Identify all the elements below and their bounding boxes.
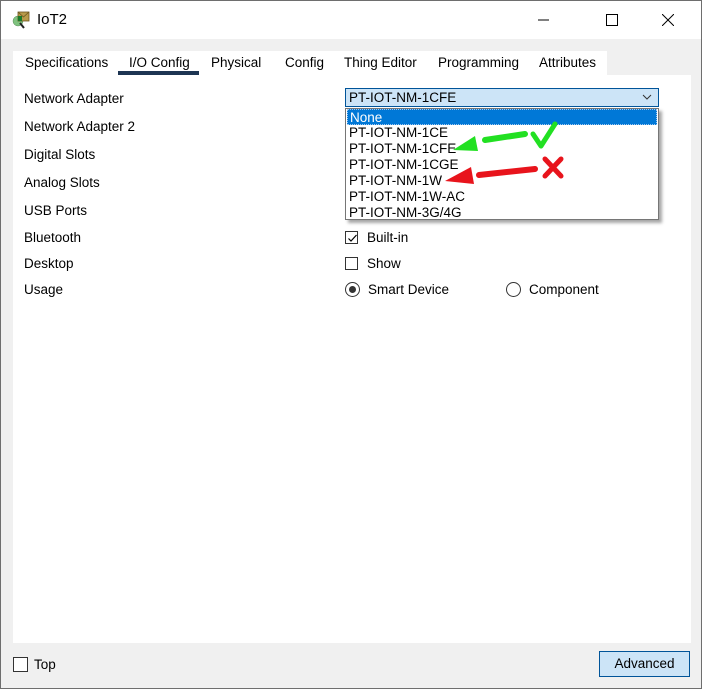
label-analog-slots: Analog Slots [24,175,100,190]
minimize-button[interactable] [521,1,567,39]
advanced-button[interactable]: Advanced [599,651,690,677]
maximize-button[interactable] [589,1,635,39]
label-bluetooth: Bluetooth [24,230,82,245]
tab-programming[interactable]: Programming [438,55,519,70]
top-checkbox[interactable] [13,657,28,672]
tab-physical[interactable]: Physical [211,55,261,70]
device-window: IoT2 Specifications I/O Config Physical … [0,0,702,689]
label-desktop: Desktop [24,256,74,271]
usage-smart-device-label: Smart Device [368,282,450,297]
label-usage: Usage [24,282,64,297]
dropdown-option-1cfe[interactable]: PT-IOT-NM-1CFE [347,141,657,157]
title-bar: IoT2 [1,1,701,39]
maximize-icon [606,14,618,26]
tab-config[interactable]: Config [285,55,324,70]
label-network-adapter-2: Network Adapter 2 [24,119,136,134]
tab-specifications[interactable]: Specifications [25,55,108,70]
tab-thing-editor[interactable]: Thing Editor [344,55,417,70]
packet-tracer-device-icon [11,10,31,30]
bluetooth-builtin-checkbox[interactable] [345,231,358,244]
tab-io-config[interactable]: I/O Config [129,55,190,70]
dropdown-option-1ce[interactable]: PT-IOT-NM-1CE [347,125,657,141]
desktop-show-checkbox[interactable] [345,257,358,270]
close-button[interactable] [645,1,691,39]
label-usb-ports: USB Ports [24,203,88,218]
dropdown-option-1cge[interactable]: PT-IOT-NM-1CGE [347,157,657,173]
window-title: IoT2 [37,11,68,28]
radio-selected-dot [349,286,356,293]
usage-smart-device-radio[interactable] [345,282,360,297]
label-network-adapter: Network Adapter [24,91,124,106]
tab-bar: Specifications I/O Config Physical Confi… [13,51,607,75]
minimize-icon [538,19,549,21]
desktop-show-label: Show [367,256,401,271]
top-checkbox-label: Top [34,657,56,672]
dropdown-option-1w[interactable]: PT-IOT-NM-1W [347,173,657,189]
checkmark-icon [348,234,357,242]
dropdown-option-3g-4g[interactable]: PT-IOT-NM-3G/4G [347,205,657,221]
bluetooth-builtin-label: Built-in [367,230,409,245]
network-adapter-selected-value: PT-IOT-NM-1CFE [349,90,457,105]
close-icon [662,14,674,26]
chevron-down-icon [642,94,652,100]
label-digital-slots: Digital Slots [24,147,96,162]
tab-attributes[interactable]: Attributes [539,55,596,70]
dropdown-option-none[interactable]: None [347,109,657,125]
network-adapter-dropdown-list: None PT-IOT-NM-1CE PT-IOT-NM-1CFE PT-IOT… [345,108,659,220]
network-adapter-select[interactable]: PT-IOT-NM-1CFE [345,88,659,107]
usage-component-radio[interactable] [506,282,521,297]
dropdown-option-1w-ac[interactable]: PT-IOT-NM-1W-AC [347,189,657,205]
usage-component-label: Component [529,282,599,297]
